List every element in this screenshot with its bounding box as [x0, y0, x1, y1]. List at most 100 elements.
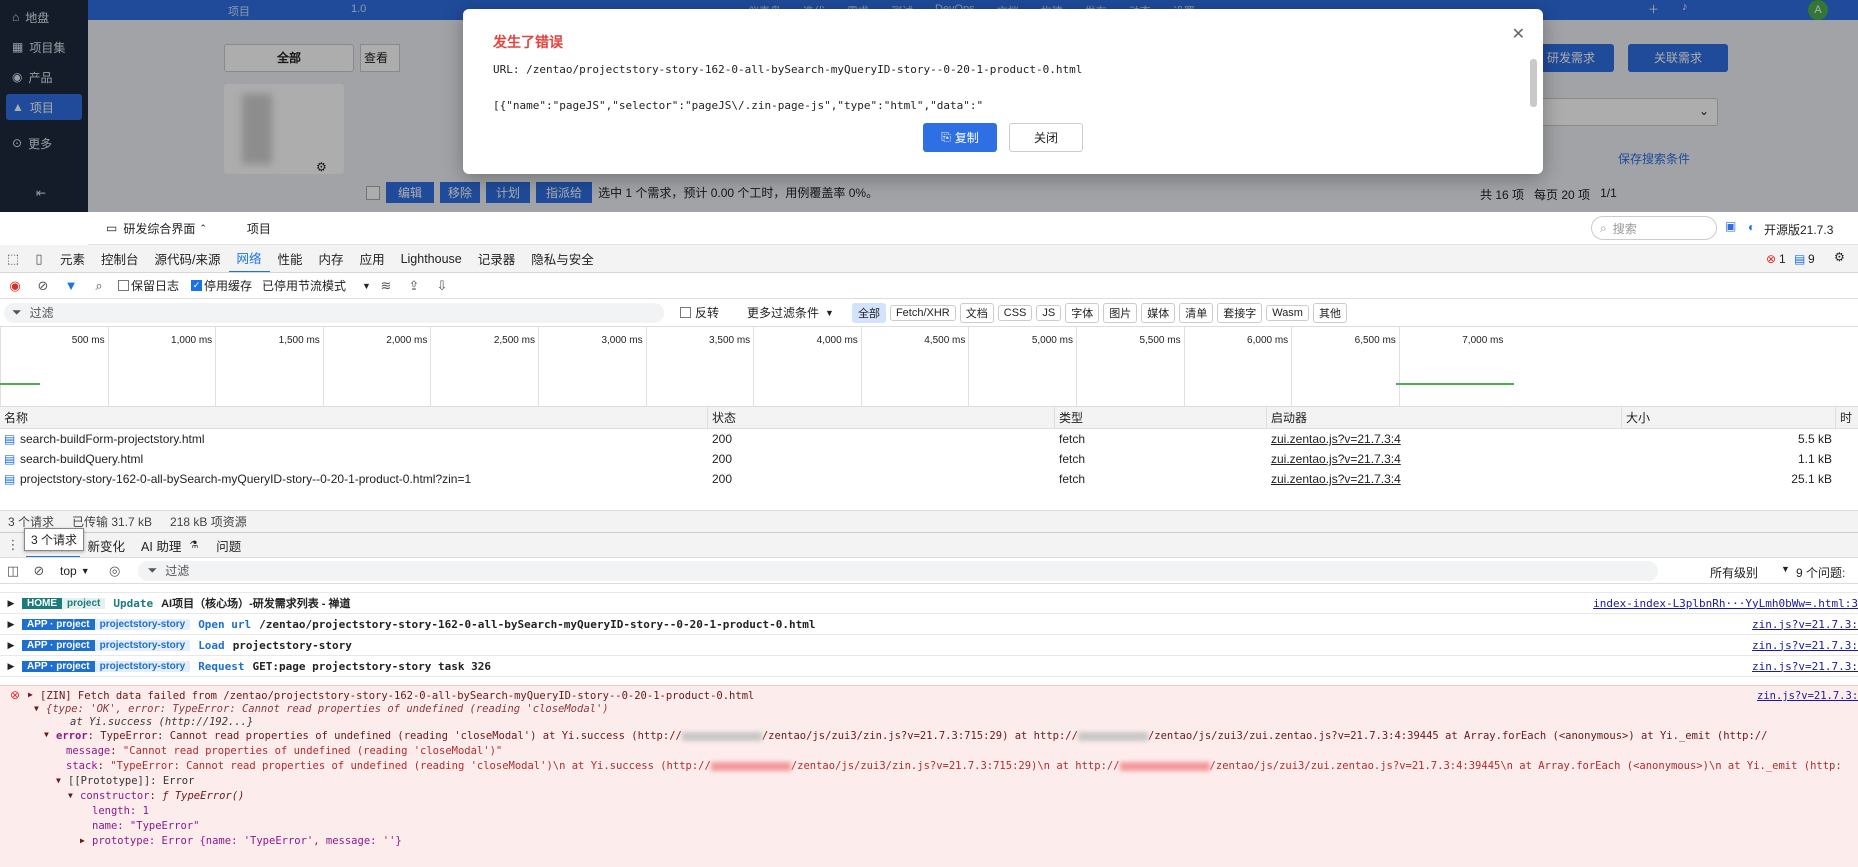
tab-sources[interactable]: 源代码/来源: [147, 245, 229, 272]
message-count-icon[interactable]: ▤: [1794, 252, 1805, 266]
drawer-tab-whats-new[interactable]: 新变化: [80, 533, 134, 557]
tab-elements[interactable]: 元素: [52, 245, 93, 272]
clear-icon[interactable]: ⊘: [30, 273, 56, 298]
device-toggle-icon[interactable]: ▯: [26, 246, 52, 272]
record-icon[interactable]: ◉: [2, 273, 28, 298]
copy-button[interactable]: ⎘ 复制: [923, 123, 997, 152]
tab-console[interactable]: 控制台: [93, 245, 147, 272]
disable-cache-checkbox[interactable]: ✓: [191, 280, 203, 291]
expand-arrow-icon[interactable]: ▶: [0, 619, 22, 630]
log-source-link[interactable]: index-index-L3plbnRh···YyLmh0bWw=.html:3: [1587, 596, 1858, 610]
col-name[interactable]: 名称: [0, 407, 708, 429]
collapse-arrow-icon[interactable]: ▼: [44, 730, 49, 739]
chevron-down-icon[interactable]: ▼: [362, 281, 371, 291]
close-icon[interactable]: ✕: [1512, 24, 1525, 44]
context-select[interactable]: top: [60, 564, 77, 578]
tab-privacy[interactable]: 隐私与安全: [523, 245, 602, 272]
request-initiator-link[interactable]: zui.zentao.js?v=21.7.3:4: [1267, 449, 1401, 469]
search-icon[interactable]: ⌕: [86, 273, 112, 298]
issues-count[interactable]: 9 个问题:: [1796, 564, 1845, 581]
request-name[interactable]: search-buildQuery.html: [16, 449, 143, 469]
console-filter-input[interactable]: ⏷ 过滤: [137, 560, 1658, 581]
expand-arrow-icon[interactable]: ▶: [0, 640, 22, 651]
drawer-menu-icon[interactable]: ⋮: [0, 533, 26, 557]
table-row[interactable]: ▤ projectstory-story-162-0-all-bySearch-…: [0, 469, 1858, 489]
log-levels-select[interactable]: 所有级别: [1710, 564, 1758, 581]
upload-icon[interactable]: ⇪: [401, 273, 427, 298]
type-filter-socket[interactable]: 套接字: [1217, 302, 1263, 323]
inspect-icon[interactable]: ⬚: [0, 246, 26, 272]
preserve-log-checkbox[interactable]: [118, 280, 129, 291]
breadcrumb-item-project[interactable]: 项目: [247, 220, 271, 237]
type-filter-all[interactable]: 全部: [851, 302, 886, 323]
network-timeline[interactable]: 500 ms 1,000 ms 1,500 ms 2,000 ms 2,500 ms 3,…: [0, 327, 1858, 407]
throttle-select[interactable]: 已停用节流模式: [262, 277, 346, 294]
drawer-tab-ai[interactable]: AI 助理: [133, 533, 189, 557]
type-filter-doc[interactable]: 文档: [959, 302, 994, 323]
breadcrumb-item-rd[interactable]: 研发综合界面: [123, 220, 195, 237]
chat-icon[interactable]: ▣: [1725, 219, 1736, 233]
type-filter-css[interactable]: CSS: [997, 304, 1033, 321]
console-log-entry[interactable]: [0, 584, 1858, 593]
error-source-link[interactable]: zin.js?v=21.7.3:7: [1757, 690, 1858, 702]
download-icon[interactable]: ⇩: [429, 273, 455, 298]
tab-application[interactable]: 应用: [352, 245, 393, 272]
edition-label[interactable]: 开源版21.7.3: [1764, 221, 1833, 238]
col-initiator[interactable]: 启动器: [1267, 407, 1622, 429]
request-name[interactable]: search-buildForm-projectstory.html: [16, 429, 205, 449]
type-filter-other[interactable]: 其他: [1312, 302, 1347, 323]
tab-recorder[interactable]: 记录器: [470, 245, 524, 272]
request-name[interactable]: projectstory-story-162-0-all-bySearch-my…: [16, 469, 471, 489]
collapse-arrow-icon[interactable]: ▼: [68, 791, 73, 800]
tab-performance[interactable]: 性能: [270, 245, 311, 272]
table-row[interactable]: ▤ search-buildForm-projectstory.html 200…: [0, 429, 1858, 449]
app-switch-icon[interactable]: ▭: [106, 221, 117, 235]
type-filter-media[interactable]: 媒体: [1141, 302, 1176, 323]
console-error-entry[interactable]: ⊗ ▶ [ZIN] Fetch data failed from /zentao…: [0, 685, 1858, 867]
table-row[interactable]: ▤ search-buildQuery.html 200 fetch zui.z…: [0, 449, 1858, 469]
modal-close-button[interactable]: 关闭: [1009, 123, 1083, 152]
log-source-link[interactable]: zin.js?v=21.7.3:: [1746, 659, 1858, 673]
console-log-entry[interactable]: ▶ APP · project projectstory-story Open …: [0, 614, 1858, 635]
request-initiator-link[interactable]: zui.zentao.js?v=21.7.3:4: [1267, 469, 1401, 489]
more-filters-button[interactable]: 更多过滤条件: [747, 304, 819, 321]
collapse-arrow-icon[interactable]: ▼: [34, 704, 39, 713]
col-type[interactable]: 类型: [1055, 407, 1267, 429]
chevron-down-icon[interactable]: ▼: [1781, 564, 1790, 574]
wifi-icon[interactable]: ≋: [373, 273, 399, 298]
col-time[interactable]: 时间: [1836, 407, 1858, 429]
type-filter-js[interactable]: JS: [1036, 304, 1062, 321]
expand-arrow-icon[interactable]: ▶: [0, 598, 22, 609]
drawer-tab-issues[interactable]: 问题: [208, 533, 249, 557]
error-count-icon[interactable]: ⊗: [1766, 252, 1776, 266]
console-log-entry[interactable]: ▶ HOME project Update AI项目（核心场）-研发需求列表 -…: [0, 593, 1858, 614]
type-filter-font[interactable]: 字体: [1065, 302, 1100, 323]
col-status[interactable]: 状态: [708, 407, 1055, 429]
filter-icon[interactable]: ▼: [58, 273, 84, 298]
modal-scrollbar[interactable]: [1530, 59, 1537, 107]
type-filter-img[interactable]: 图片: [1103, 302, 1138, 323]
console-log-entry[interactable]: ▶ APP · project projectstory-story Load …: [0, 635, 1858, 656]
type-filter-xhr[interactable]: Fetch/XHR: [889, 304, 956, 321]
type-filter-wasm[interactable]: Wasm: [1266, 304, 1309, 321]
global-search-input[interactable]: ⌕ 搜索: [1591, 216, 1717, 240]
collapse-arrow-icon[interactable]: ▼: [56, 776, 61, 785]
clear-console-icon[interactable]: ⊘: [26, 558, 52, 583]
settings-gear-icon[interactable]: ⚙: [1834, 250, 1845, 264]
log-source-link[interactable]: zin.js?v=21.7.3:: [1746, 638, 1858, 652]
expand-arrow-icon[interactable]: ▶: [0, 661, 22, 672]
chevron-up-icon[interactable]: ⌃: [199, 223, 207, 234]
sidebar-toggle-icon[interactable]: ◫: [0, 558, 26, 583]
console-log-entry[interactable]: ▶ APP · project projectstory-story Reque…: [0, 656, 1858, 677]
invert-checkbox[interactable]: [680, 307, 691, 318]
type-filter-manifest[interactable]: 清单: [1179, 302, 1214, 323]
tab-memory[interactable]: 内存: [311, 245, 352, 272]
expand-arrow-icon[interactable]: ▶: [80, 836, 85, 845]
network-filter-input[interactable]: ⏷ 过滤: [4, 302, 664, 323]
col-size[interactable]: 大小: [1622, 407, 1836, 429]
expand-arrow-icon[interactable]: ▶: [28, 690, 33, 699]
tab-network[interactable]: 网络: [228, 245, 270, 272]
tab-lighthouse[interactable]: Lighthouse: [393, 245, 470, 272]
eye-icon[interactable]: ◎: [102, 558, 128, 583]
request-initiator-link[interactable]: zui.zentao.js?v=21.7.3:4: [1267, 429, 1401, 449]
